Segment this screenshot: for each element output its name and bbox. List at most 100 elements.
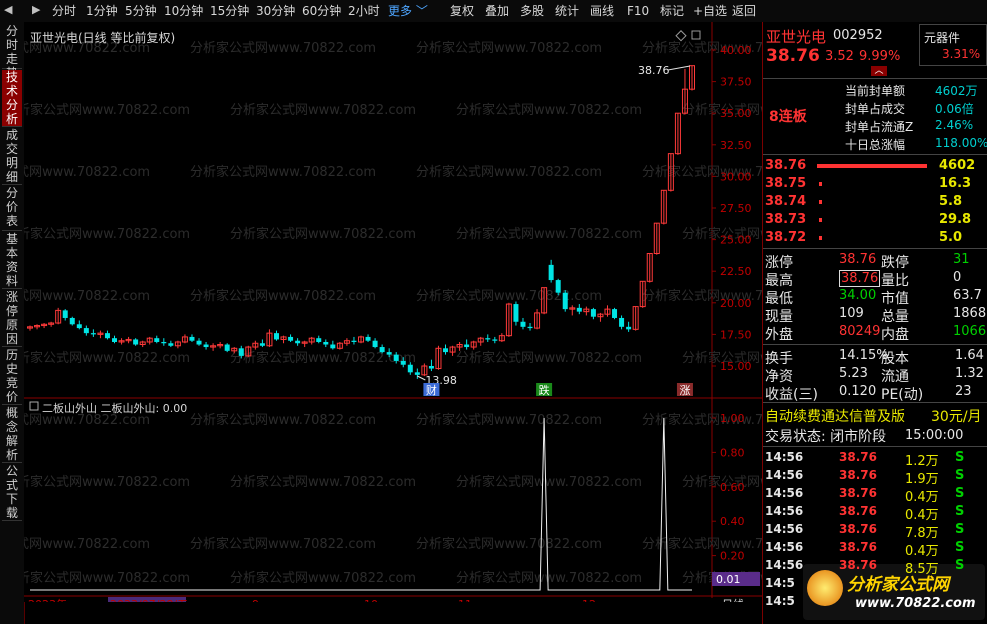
collapse-icon[interactable]: ︿ (871, 66, 887, 76)
candle-body-down (626, 326, 632, 330)
f10-button[interactable]: F10 (627, 3, 649, 19)
candle-body-down (295, 340, 301, 344)
period-label: 日线 (722, 597, 744, 602)
candle-body-down (365, 336, 371, 341)
price-axis-label: 17.50 (720, 328, 752, 341)
prev-arrow-icon[interactable]: ◀ (4, 3, 12, 16)
period-30min-tab[interactable]: 30分钟 (256, 3, 295, 19)
watermark-text: 分析家公式网www.70822.com (456, 570, 642, 586)
date-axis-label: 11 (458, 598, 472, 602)
trade-status: 交易状态: 闭市阶段 (765, 429, 887, 445)
high-price-label: 38.76 (638, 64, 670, 77)
left-tab-1[interactable]: 技术分析 (2, 70, 22, 127)
left-tab-6[interactable]: 历史竞价 (2, 348, 22, 405)
period-daily-tab[interactable]: 分时 (52, 3, 76, 19)
indicator-title: 二板山外山 二板山外山: 0.00 (42, 401, 187, 415)
quote-key-right: 内盘 (881, 327, 909, 343)
left-tab-3[interactable]: 分价表 (2, 186, 22, 231)
tick-side: S (955, 522, 965, 537)
stat-key: 收益(三) (765, 387, 818, 403)
watermark-text: 分析家公式网www.70822.com (230, 226, 416, 242)
watermark-text: 分析家公式网www.70822.com (24, 536, 150, 552)
tick-volume: 0.4万 (905, 490, 939, 505)
kline-chart-area[interactable]: 分析家公式网www.70822.com 分析家公式网www.70822.com 分析… (24, 22, 762, 602)
limit-info-value: 4602万 (935, 84, 978, 98)
period-15min-tab[interactable]: 15分钟 (210, 3, 249, 19)
candle-body-down (619, 317, 625, 327)
left-tab-5[interactable]: 涨停原因 (2, 290, 22, 347)
tick-time: 14:56 (765, 558, 804, 572)
period-2h-tab[interactable]: 2小时 (348, 3, 380, 19)
overlay-button[interactable]: 叠加 (485, 3, 509, 19)
candle-body-down (62, 310, 68, 318)
mark-button[interactable]: 标记 (660, 3, 684, 19)
left-side-tabs: 分时走势技术分析成交明细分价表基本资料涨停原因历史竞价概念解析公式下载 (0, 22, 25, 624)
candle-body-down (428, 366, 434, 369)
left-tab-0[interactable]: 分时走势 (2, 24, 22, 80)
stock-name: 亚世光电 (766, 28, 827, 46)
price-axis-label: 27.50 (720, 202, 752, 215)
sector-change: 3.31% (942, 47, 981, 61)
tick-side: S (955, 504, 965, 519)
tick-side: S (955, 486, 965, 501)
stock-code: 002952 (833, 28, 883, 43)
indicator-axis-label: 0.80 (720, 446, 745, 459)
orderbook-volume: 4602 (939, 158, 976, 173)
more-periods-button[interactable]: 更多 ﹀ (388, 3, 428, 19)
kline-chart-svg[interactable]: 分析家公式网www.70822.com 分析家公式网www.70822.com 分析… (24, 22, 762, 602)
candle-body-down (372, 340, 378, 348)
stat-key-right: PE(动) (881, 387, 924, 403)
orderbook-price: 38.75 (765, 176, 807, 191)
event-marker-0: 财 (426, 383, 437, 397)
price-change: 3.52 (825, 49, 854, 64)
candle-body-down (273, 333, 279, 340)
ad-banner-text[interactable]: 自动续费通达信普及版 (765, 406, 905, 426)
date-axis-label: 10 (364, 598, 378, 602)
tick-time: 14:56 (765, 540, 804, 554)
candle-body-down (400, 360, 406, 365)
next-arrow-icon[interactable]: ▶ (32, 3, 40, 16)
candle-body-down (527, 326, 533, 329)
back-button[interactable]: 返回 (732, 3, 756, 19)
period-5min-tab[interactable]: 5分钟 (125, 3, 157, 19)
quote-value: 109 (839, 306, 864, 321)
watermark-text: 分析家公式网www.70822.com (230, 474, 416, 490)
period-60min-tab[interactable]: 60分钟 (302, 3, 341, 19)
watermark-text: 分析家公式网www.70822.com (230, 570, 416, 586)
quote-key: 涨停 (765, 255, 793, 271)
multi-stock-button[interactable]: 多股 (520, 3, 544, 19)
candle-body-down (168, 343, 174, 346)
draw-line-button[interactable]: 画线 (590, 3, 614, 19)
candle-body-down (288, 336, 294, 341)
price-change-pct: 9.99% (859, 49, 901, 64)
period-1min-tab[interactable]: 1分钟 (86, 3, 118, 19)
period-10min-tab[interactable]: 10分钟 (164, 3, 203, 19)
left-tab-2[interactable]: 成交明细 (2, 128, 22, 185)
candle-body-down (203, 344, 209, 348)
add-watchlist-button[interactable]: +自选 (693, 3, 727, 19)
candle-body-down (90, 333, 96, 335)
price-axis-label: 40.00 (720, 44, 752, 57)
orderbook-volume-bar (819, 182, 822, 186)
quote-key-right: 跌停 (881, 255, 909, 271)
limit-info-key: 当前封单额 (845, 84, 906, 98)
tick-time: 14:56 (765, 522, 804, 536)
stat-key: 换手 (765, 351, 793, 367)
ad-banner-price[interactable]: 30元/月 (931, 406, 982, 426)
orderbook-price: 38.74 (765, 194, 807, 209)
tick-time: 14:56 (765, 450, 804, 464)
orderbook-volume: 29.8 (939, 212, 972, 227)
left-tab-8[interactable]: 公式下载 (2, 464, 22, 521)
quote-value: 38.76 (839, 270, 881, 287)
limit-info-value: 118.00% (935, 136, 987, 150)
quote-panel: 亚世光电 002952 元器件 3.31% 38.76 3.52 9.99% ︿… (762, 22, 987, 624)
stats-button[interactable]: 统计 (555, 3, 579, 19)
left-tab-4[interactable]: 基本资料 (2, 232, 22, 289)
restore-rights-button[interactable]: 复权 (450, 3, 474, 19)
sector-box[interactable]: 元器件 3.31% (919, 24, 987, 66)
tick-time: 14:56 (765, 468, 804, 482)
left-tab-7[interactable]: 概念解析 (2, 406, 22, 463)
orderbook-volume-bar (819, 236, 822, 240)
candle-body-down (590, 309, 596, 317)
tick-price: 38.76 (839, 486, 877, 500)
